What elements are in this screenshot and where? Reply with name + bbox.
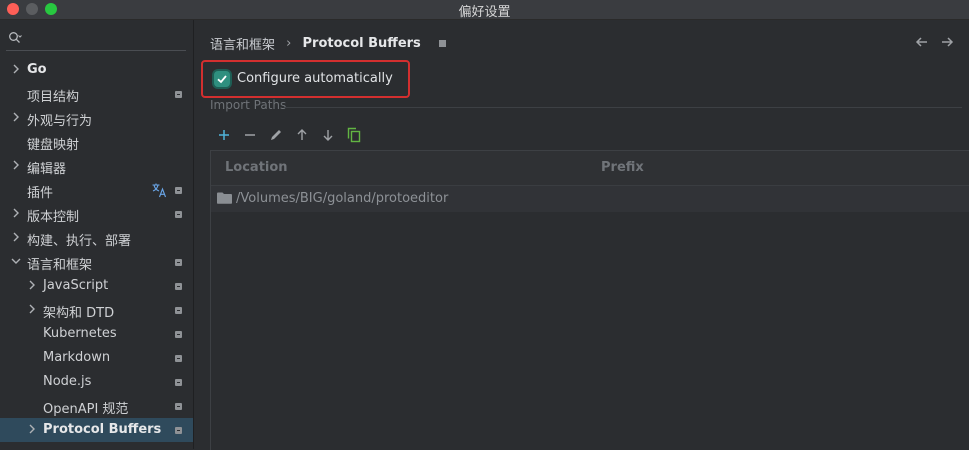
breadcrumb-parent[interactable]: 语言和框架 <box>210 38 275 53</box>
window-title: 偏好设置 <box>458 5 511 20</box>
sidebar-item-editor[interactable]: 编辑器 <box>0 154 193 178</box>
chevron-right-icon <box>29 280 35 290</box>
project-scope-icon <box>175 427 182 434</box>
sidebar-item-markdown[interactable]: Markdown <box>0 346 193 370</box>
settings-content: 语言和框架 › Protocol Buffers Configure autom… <box>194 20 969 450</box>
remove-icon[interactable] <box>241 126 259 144</box>
table-row[interactable]: /Volumes/BIG/goland/protoeditor <box>211 185 969 212</box>
sidebar-item-label: Node.js <box>43 374 92 389</box>
column-header-location[interactable]: Location <box>225 160 288 175</box>
import-paths-table: Location Prefix /Volumes/BIG/goland/prot… <box>210 150 969 450</box>
project-scope-icon <box>175 91 182 98</box>
project-scope-icon <box>175 355 182 362</box>
breadcrumb-current: Protocol Buffers <box>302 36 421 51</box>
group-separator <box>284 107 962 108</box>
project-scope-icon <box>175 307 182 314</box>
sidebar-item-label: 键盘映射 <box>27 138 80 153</box>
sidebar-item-label: JavaScript <box>43 278 109 293</box>
sidebar-item-appearance[interactable]: 外观与行为 <box>0 106 193 130</box>
sidebar-item-protocol-buffers[interactable]: Protocol Buffers <box>0 418 193 442</box>
sidebar-item-label: Protocol Buffers <box>43 422 162 437</box>
sidebar-item-label: 外观与行为 <box>27 114 93 129</box>
sidebar-item-nodejs[interactable]: Node.js <box>0 370 193 394</box>
chevron-right-icon <box>29 424 35 434</box>
settings-sidebar: Go 项目结构 外观与行为 键盘映射 编辑器 插件 版本控制 构建、执行、部署 … <box>0 20 194 449</box>
edit-icon[interactable] <box>267 126 285 144</box>
project-scope-icon <box>175 403 182 410</box>
project-scope-icon <box>175 331 182 338</box>
project-scope-icon <box>175 283 182 290</box>
chevron-right-icon <box>13 208 19 218</box>
chevron-right-icon <box>13 232 19 242</box>
sidebar-item-kubernetes[interactable]: Kubernetes <box>0 322 193 346</box>
breadcrumb: 语言和框架 › Protocol Buffers <box>210 34 446 53</box>
sidebar-item-plugins[interactable]: 插件 <box>0 178 193 202</box>
project-scope-icon <box>175 379 182 386</box>
sidebar-item-label: 架构和 DTD <box>43 306 115 321</box>
breadcrumb-separator: › <box>286 36 292 51</box>
check-icon <box>217 75 227 84</box>
translate-icon <box>152 183 167 198</box>
sidebar-item-vcs[interactable]: 版本控制 <box>0 202 193 226</box>
move-up-icon[interactable] <box>293 126 311 144</box>
chevron-down-icon <box>11 258 21 264</box>
search-icon <box>9 32 22 43</box>
sidebar-item-go[interactable]: Go <box>0 58 193 82</box>
sidebar-item-label: 语言和框架 <box>27 258 93 273</box>
sidebar-item-keymap[interactable]: 键盘映射 <box>0 130 193 154</box>
column-header-prefix[interactable]: Prefix <box>601 160 644 175</box>
sidebar-item-label: 版本控制 <box>27 210 80 225</box>
sidebar-item-label: Go <box>27 62 47 77</box>
chevron-right-icon <box>13 64 19 74</box>
project-scope-icon <box>175 259 182 266</box>
sidebar-item-label: OpenAPI 规范 <box>43 402 129 417</box>
location-cell: /Volumes/BIG/goland/protoeditor <box>236 191 449 206</box>
sidebar-item-project-structure[interactable]: 项目结构 <box>0 82 193 106</box>
add-icon[interactable] <box>215 126 233 144</box>
project-scope-icon <box>175 187 182 194</box>
sidebar-item-languages[interactable]: 语言和框架 <box>0 250 193 274</box>
sidebar-item-label: Kubernetes <box>43 326 117 341</box>
sidebar-item-label: 插件 <box>27 186 54 201</box>
move-down-icon[interactable] <box>319 126 337 144</box>
back-arrow-icon[interactable] <box>915 35 929 49</box>
sidebar-item-javascript[interactable]: JavaScript <box>0 274 193 298</box>
title-bar: 偏好设置 <box>0 0 969 20</box>
chevron-right-icon <box>13 112 19 122</box>
table-header: Location Prefix <box>211 151 969 185</box>
sidebar-item-schemas-dtd[interactable]: 架构和 DTD <box>0 298 193 322</box>
sidebar-item-label: 项目结构 <box>27 90 80 105</box>
forward-arrow-icon[interactable] <box>940 35 954 49</box>
sidebar-item-openapi[interactable]: OpenAPI 规范 <box>0 394 193 418</box>
sidebar-item-label: Markdown <box>43 350 111 365</box>
chevron-right-icon <box>13 160 19 170</box>
project-scope-icon <box>175 211 182 218</box>
configure-automatically-label[interactable]: Configure automatically <box>237 71 393 86</box>
search-input[interactable] <box>6 28 186 51</box>
project-scope-icon <box>438 40 446 47</box>
chevron-right-icon <box>29 304 35 314</box>
folder-icon <box>217 192 232 204</box>
sidebar-item-label: 编辑器 <box>27 162 67 177</box>
sidebar-item-build[interactable]: 构建、执行、部署 <box>0 226 193 250</box>
copy-icon[interactable] <box>345 126 363 144</box>
sidebar-item-label: 构建、执行、部署 <box>27 234 132 249</box>
configure-automatically-checkbox[interactable] <box>214 71 230 87</box>
import-paths-title: Import Paths <box>210 98 287 112</box>
